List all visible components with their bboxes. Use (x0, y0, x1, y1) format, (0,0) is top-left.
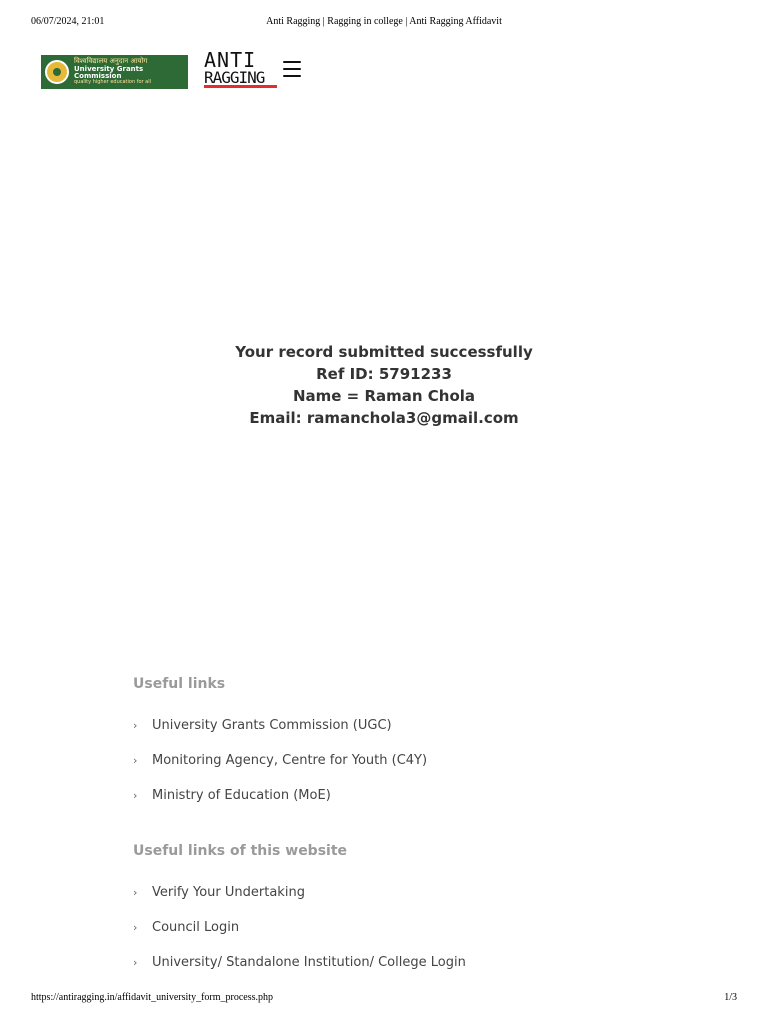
ref-id: Ref ID: 5791233 (316, 365, 452, 383)
link-label[interactable]: Monitoring Agency, Centre for Youth (C4Y… (152, 753, 427, 768)
chevron-right-icon: › (133, 956, 138, 969)
link-label[interactable]: Verify Your Undertaking (152, 885, 305, 900)
hamburger-menu-icon[interactable] (283, 61, 301, 77)
print-footer: https://antiragging.in/affidavit_univers… (31, 992, 737, 1006)
submitted-name: Name = Raman Chola (292, 387, 476, 405)
link-label[interactable]: University Grants Commission (UGC) (152, 718, 392, 733)
print-page-count: 1/3 (724, 992, 737, 1003)
chevron-right-icon: › (133, 789, 138, 802)
link-ugc[interactable]: › University Grants Commission (UGC) (133, 708, 427, 743)
chevron-right-icon: › (133, 754, 138, 767)
link-label[interactable]: University/ Standalone Institution/ Coll… (152, 955, 466, 970)
useful-links-section: Useful links › University Grants Commiss… (133, 674, 427, 813)
link-label[interactable]: Ministry of Education (MoE) (152, 788, 331, 803)
submission-result: Your record submitted successfully Ref I… (0, 341, 768, 429)
print-url: https://antiragging.in/affidavit_univers… (31, 992, 273, 1003)
link-verify-undertaking[interactable]: › Verify Your Undertaking (133, 875, 466, 910)
chevron-right-icon: › (133, 886, 138, 899)
link-moe[interactable]: › Ministry of Education (MoE) (133, 778, 427, 813)
useful-links-list: › University Grants Commission (UGC) › M… (133, 708, 427, 813)
print-page-title: Anti Ragging | Ragging in college | Anti… (266, 16, 502, 27)
link-institution-login[interactable]: › University/ Standalone Institution/ Co… (133, 945, 466, 980)
antiragging-logo-underline (204, 85, 277, 88)
chevron-right-icon: › (133, 719, 138, 732)
link-council-login[interactable]: › Council Login (133, 910, 466, 945)
website-links-list: › Verify Your Undertaking › Council Logi… (133, 875, 466, 980)
useful-links-title: Useful links (133, 676, 226, 692)
website-links-section: Useful links of this website › Verify Yo… (133, 841, 466, 980)
ugc-emblem-icon (45, 60, 69, 84)
ugc-english-name: University Grants Commission (74, 64, 144, 81)
print-header: 06/07/2024, 21:01 Anti Ragging | Ragging… (31, 16, 737, 32)
ugc-logo-text: विश्वविद्यालय अनुदान आयोग University Gra… (74, 58, 184, 86)
link-c4y[interactable]: › Monitoring Agency, Centre for Youth (C… (133, 743, 427, 778)
ugc-tagline: quality higher education for all (74, 79, 152, 86)
chevron-right-icon: › (133, 921, 138, 934)
antiragging-logo[interactable]: ANTI RAGGING (204, 48, 284, 92)
link-label[interactable]: Council Login (152, 920, 239, 935)
success-message: Your record submitted successfully (235, 343, 533, 361)
submitted-email: Email: ramanchola3@gmail.com (249, 409, 519, 427)
ugc-logo[interactable]: विश्वविद्यालय अनुदान आयोग University Gra… (41, 55, 188, 89)
website-links-title: Useful links of this website (133, 843, 348, 859)
